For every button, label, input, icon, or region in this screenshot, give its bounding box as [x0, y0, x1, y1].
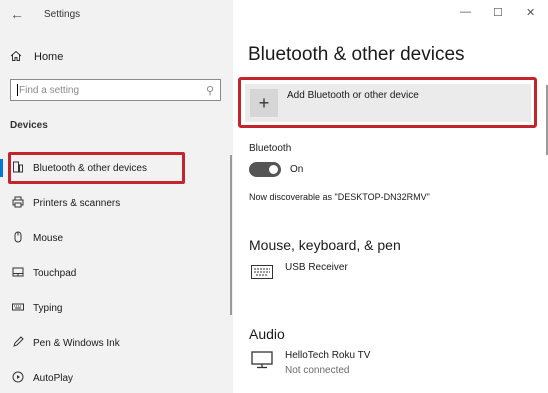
home-nav[interactable]: Home [10, 48, 220, 66]
app-title: Settings [44, 9, 81, 20]
page-title: Bluetooth & other devices [248, 44, 465, 65]
bluetooth-label: Bluetooth [249, 143, 292, 154]
device-roku-tv[interactable]: HelloTech Roku TV Not connected [249, 350, 529, 376]
pen-icon [10, 335, 26, 351]
sidebar-item-label: Pen & Windows Ink [33, 337, 120, 349]
device-usb-receiver[interactable]: USB Receiver [249, 262, 529, 282]
mouse-icon [10, 231, 26, 246]
bluetooth-state: On [290, 164, 304, 175]
monitor-icon [249, 350, 275, 370]
device-status: Not connected [285, 365, 350, 376]
close-icon[interactable]: ✕ [526, 6, 535, 19]
keyboard-icon [249, 262, 275, 282]
sidebar-item-label: Mouse [33, 232, 64, 244]
sidebar-item-label: AutoPlay [33, 372, 74, 384]
touchpad-icon [10, 266, 26, 281]
titlebar: ← Settings [0, 0, 233, 30]
back-arrow-icon[interactable]: ← [10, 6, 24, 22]
toggle-knob [269, 165, 278, 174]
search-placeholder: Find a setting [19, 84, 80, 96]
main-panel: — ☐ ✕ Bluetooth & other devices + Add Bl… [233, 0, 548, 393]
search-icon[interactable]: ⚲ [206, 84, 214, 97]
bluetooth-toggle[interactable] [249, 162, 281, 177]
device-name: USB Receiver [285, 262, 348, 273]
printer-icon [10, 196, 26, 211]
sidebar-item-mouse[interactable]: Mouse [0, 225, 233, 251]
sidebar-item-label: Printers & scanners [33, 197, 121, 209]
sidebar-item-printers[interactable]: Printers & scanners [0, 190, 233, 216]
keyboard-icon [10, 301, 26, 316]
highlight-box [238, 77, 537, 128]
autoplay-icon [10, 371, 26, 386]
highlight-box [8, 152, 185, 184]
sidebar-item-autoplay[interactable]: AutoPlay [0, 365, 233, 391]
sidebar-item-label: Typing [33, 302, 63, 314]
maximize-icon[interactable]: ☐ [493, 6, 503, 19]
sidebar-item-label: Touchpad [33, 267, 77, 279]
sidebar-scrollbar[interactable] [230, 155, 232, 315]
sidebar-item-pen[interactable]: Pen & Windows Ink [0, 330, 233, 356]
sidebar-item-typing[interactable]: Typing [0, 295, 233, 321]
section-title-audio: Audio [249, 326, 285, 342]
section-heading: Devices [10, 120, 48, 131]
home-icon [10, 50, 26, 65]
text-caret [17, 84, 18, 96]
home-label: Home [34, 51, 64, 63]
search-input[interactable]: Find a setting ⚲ [10, 79, 221, 101]
minimize-icon[interactable]: — [460, 6, 471, 18]
sidebar-item-touchpad[interactable]: Touchpad [0, 260, 233, 286]
section-title-input-devices: Mouse, keyboard, & pen [249, 237, 401, 253]
discoverable-text: Now discoverable as "DESKTOP-DN32RMV" [249, 192, 430, 202]
device-name: HelloTech Roku TV [285, 350, 371, 361]
sidebar: ← Settings Home Find a setting ⚲ Devices… [0, 0, 233, 393]
selection-indicator [0, 159, 3, 177]
